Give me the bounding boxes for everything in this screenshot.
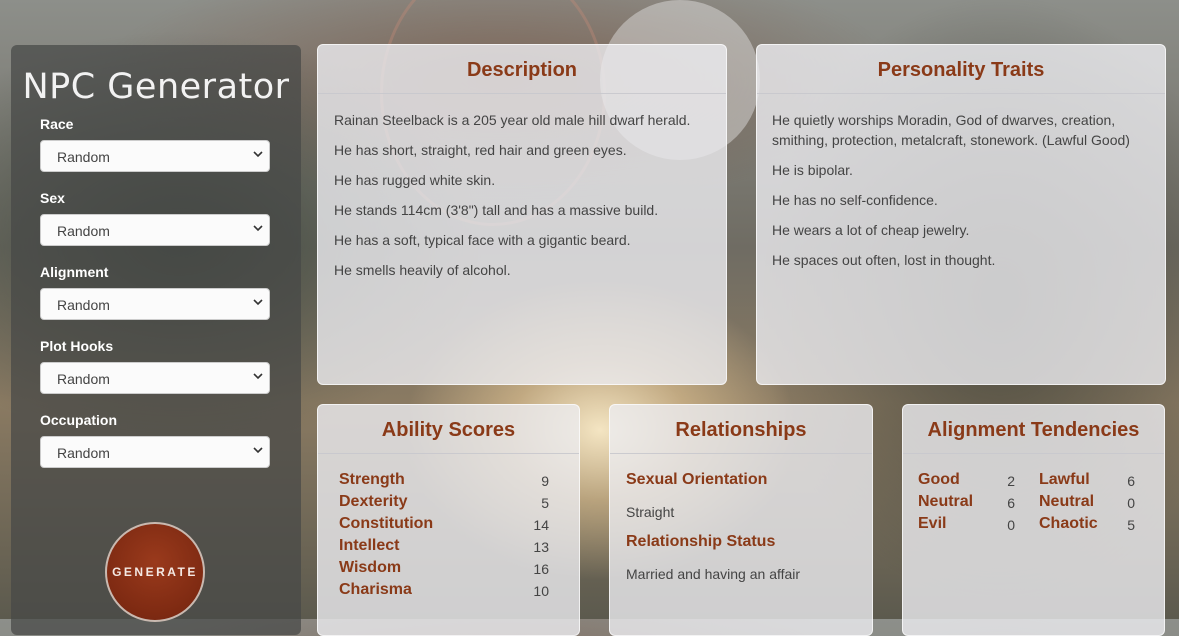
sex-label: Sex (40, 190, 65, 206)
race-select-value: Random (57, 149, 110, 165)
divider (757, 93, 1165, 94)
alignment-label: Alignment (40, 264, 109, 280)
ability-value: 13 (533, 539, 549, 555)
alignment-value: 5 (1127, 517, 1135, 533)
alignment-name: Neutral (918, 493, 974, 510)
personality-line: He wears a lot of cheap jewelry. (772, 222, 970, 238)
occupation-select-value: Random (57, 445, 110, 461)
sidebar: NPC Generator Race Random Sex Random Ali… (11, 45, 301, 635)
divider (318, 453, 579, 454)
alignment-name: Neutral (1039, 493, 1095, 510)
description-line: He smells heavily of alcohol. (334, 262, 511, 278)
chevron-down-icon (253, 299, 263, 306)
plot-hooks-select[interactable]: Random (40, 362, 270, 394)
relationships-title: Relationships (675, 419, 807, 441)
alignment-title: Alignment Tendencies (927, 419, 1140, 441)
orientation-label: Sexual Orientation (626, 471, 768, 488)
ability-scores-title: Ability Scores (381, 419, 516, 441)
ability-scores-card: Ability Scores Strength 9 Dexterity 5 Co… (317, 404, 580, 636)
personality-line: He is bipolar. (772, 162, 853, 178)
relationships-card: Relationships Sexual Orientation Straigh… (609, 404, 873, 636)
ability-name: Dexterity (339, 493, 408, 510)
ability-name: Constitution (339, 515, 434, 532)
occupation-label: Occupation (40, 412, 118, 428)
alignment-name: Chaotic (1039, 515, 1098, 532)
alignment-value: 6 (1127, 473, 1135, 489)
description-line: He has rugged white skin. (334, 172, 496, 188)
ability-value: 14 (533, 517, 549, 533)
app-title: NPC Generator (22, 67, 290, 107)
alignment-card: Alignment Tendencies Good 2 Neutral 6 Ev… (902, 404, 1165, 636)
sex-select-value: Random (57, 223, 110, 239)
personality-line: He spaces out often, lost in thought. (772, 252, 996, 268)
personality-card: Personality Traits He quietly worships M… (756, 44, 1166, 385)
generate-button[interactable]: GENERATE (105, 522, 205, 622)
description-line: He has a soft, typical face with a gigan… (334, 232, 631, 248)
alignment-value: 6 (1007, 495, 1015, 511)
alignment-select-value: Random (57, 297, 110, 313)
description-line: Rainan Steelback is a 205 year old male … (334, 112, 691, 128)
alignment-value: 0 (1127, 495, 1135, 511)
race-select[interactable]: Random (40, 140, 270, 172)
ability-name: Strength (339, 471, 405, 488)
personality-title: Personality Traits (877, 59, 1045, 81)
personality-line: He has no self-confidence. (772, 192, 938, 208)
description-line: He stands 114cm (3'8") tall and has a ma… (334, 202, 659, 218)
alignment-name: Lawful (1039, 471, 1090, 488)
ability-value: 5 (541, 495, 549, 511)
ability-name: Wisdom (339, 559, 402, 576)
alignment-select[interactable]: Random (40, 288, 270, 320)
alignment-name: Good (918, 471, 960, 488)
ability-value: 10 (533, 583, 549, 599)
sex-select[interactable]: Random (40, 214, 270, 246)
description-card: Description Rainan Steelback is a 205 ye… (317, 44, 727, 385)
race-label: Race (40, 116, 74, 132)
description-title: Description (466, 59, 578, 81)
ability-name: Intellect (339, 537, 400, 554)
ability-value: 16 (533, 561, 549, 577)
divider (610, 453, 872, 454)
alignment-name: Evil (918, 515, 947, 532)
ability-value: 9 (541, 473, 549, 489)
personality-line: He quietly worships Moradin, God of dwar… (772, 112, 1130, 148)
alignment-value: 2 (1007, 473, 1015, 489)
plot-hooks-label: Plot Hooks (40, 338, 114, 354)
relationship-status-label: Relationship Status (626, 533, 776, 550)
chevron-down-icon (253, 447, 263, 454)
orientation-value: Straight (626, 504, 675, 520)
description-line: He has short, straight, red hair and gre… (334, 142, 627, 158)
divider (903, 453, 1164, 454)
ability-name: Charisma (339, 581, 412, 598)
plot-hooks-select-value: Random (57, 371, 110, 387)
chevron-down-icon (253, 151, 263, 158)
chevron-down-icon (253, 225, 263, 232)
relationship-status-value: Married and having an affair (626, 566, 801, 582)
occupation-select[interactable]: Random (40, 436, 270, 468)
divider (318, 93, 726, 94)
alignment-value: 0 (1007, 517, 1015, 533)
chevron-down-icon (253, 373, 263, 380)
